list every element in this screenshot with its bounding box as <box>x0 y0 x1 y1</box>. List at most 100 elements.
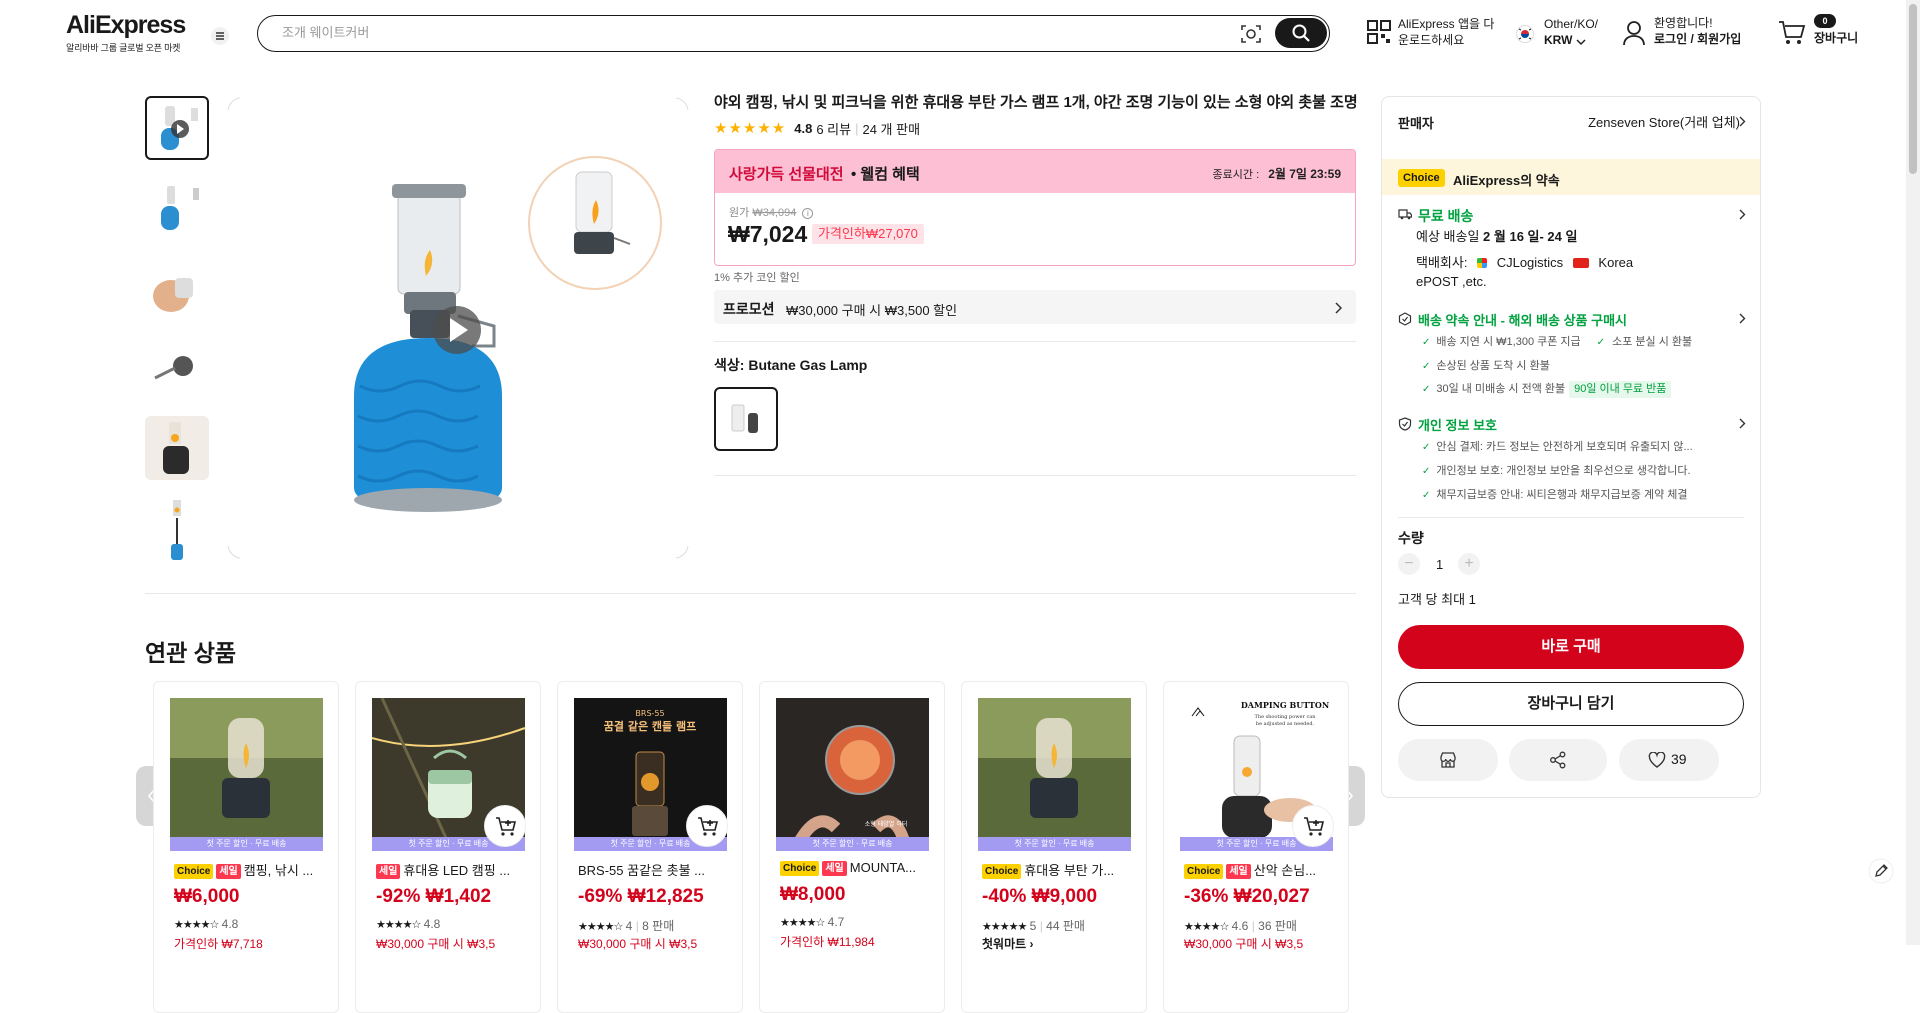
discount-badge: 가격인하₩27,070 <box>812 224 924 244</box>
thumbnail-4[interactable] <box>145 336 209 400</box>
product-extra[interactable]: 첫워마트 › <box>982 935 1034 952</box>
product-rating: ★★★★☆ 4.8 <box>174 917 238 931</box>
seller-name[interactable]: Zenseven Store(거래 업체) <box>1588 112 1740 131</box>
rating-value: 4 <box>625 919 633 933</box>
promotion-row[interactable]: 프로모션 ₩30,000 구매 시 ₩3,500 할인 <box>714 290 1356 324</box>
product-price: -36% ₩20,027 <box>1184 886 1310 907</box>
search-bar: 조개 웨이트커버 <box>257 15 1330 52</box>
product-title: Choice 세일 캠핑, 낚시 ... <box>174 860 334 879</box>
region-line1: Other/KO/ <box>1544 17 1599 31</box>
price-box: 사랑가득 선물대전 • 웰컴 혜택 종료시간 : 2월 7일 23:59 원가 … <box>714 149 1356 266</box>
delivery-guarantee-title[interactable]: 배송 약속 안내 - 해외 배송 상품 구매시 <box>1418 310 1627 329</box>
search-button[interactable] <box>1275 18 1327 48</box>
promotion-text: ₩30,000 구매 시 ₩3,500 할인 <box>786 303 958 318</box>
product-title: Choice 세일 MOUNTA... <box>780 860 940 876</box>
free-return-tag: 90일 이내 무료 반품 <box>1569 381 1672 398</box>
info-icon[interactable]: i <box>802 208 814 219</box>
logo-tagline: 알리바바 그룹 글로벌 오픈 마켓 <box>66 43 181 53</box>
add-to-cart-icon[interactable] <box>484 805 526 847</box>
chevron-right-icon <box>1335 302 1342 314</box>
color-label-key: 색상: <box>714 357 745 373</box>
share-button[interactable] <box>1509 739 1607 781</box>
camera-search-icon[interactable] <box>1240 23 1262 45</box>
product-price: -92% ₩1,402 <box>376 886 492 907</box>
search-icon <box>1292 24 1310 42</box>
add-to-cart-button[interactable]: 장바구니 담기 <box>1398 682 1744 726</box>
divider <box>714 341 1356 342</box>
rating-value: 4.8 <box>794 120 813 136</box>
end-label: 종료시간 : <box>1212 169 1260 181</box>
choice-promise-text: AliExpress의 약속 <box>1453 173 1560 188</box>
related-product-card[interactable]: BRS-55 꿈결 같은 캔들 램프 첫 주문 할인 · 무료 배송 BRS-55… <box>557 681 743 1013</box>
menu-icon[interactable] <box>210 26 230 46</box>
guarantee-4: 30일 내 미배송 시 전액 환불 <box>1436 383 1566 395</box>
quantity-value[interactable]: 1 <box>1436 557 1443 572</box>
main-product-image[interactable] <box>226 96 690 560</box>
product-name: MOUNTA... <box>849 860 916 875</box>
add-to-cart-icon[interactable] <box>686 805 728 847</box>
quantity-decrease-button[interactable]: − <box>1398 553 1420 575</box>
guarantee-item: 30일 내 미배송 시 전액 환불90일 이내 무료 반품 <box>1422 380 1672 398</box>
color-label: 색상: Butane Gas Lamp <box>714 355 867 375</box>
guarantee-item: 손상된 상품 도착 시 환불 <box>1422 357 1549 373</box>
carrier-label: 택배회사: <box>1416 255 1468 270</box>
product-name: 캠핑, 낚시 ... <box>243 863 314 878</box>
sale-badge: 세일 <box>376 864 401 879</box>
thumbnail-2[interactable] <box>145 176 209 240</box>
stars-icon: ★★★★☆ <box>780 917 825 929</box>
image-text: 소형 태양열 히터 <box>865 820 907 828</box>
thumbnail-3[interactable] <box>145 256 209 320</box>
promo-ribbon: 첫 주문 할인 · 무료 배송 <box>776 837 929 851</box>
purchase-panel: 판매자 Zenseven Store(거래 업체) Choice AliExpr… <box>1381 96 1761 798</box>
store-icon <box>1440 752 1456 768</box>
product-price: ₩8,000 <box>780 884 846 905</box>
aliexpress-logo[interactable]: AliExpress 알리바바 그룹 글로벌 오픈 마켓 <box>66 13 186 54</box>
cart-label: 장바구니 <box>1814 31 1859 45</box>
thumbnail-5[interactable] <box>145 416 209 480</box>
stars-icon: ★★★★★ <box>982 921 1027 933</box>
scrollbar[interactable] <box>1906 0 1920 945</box>
related-product-card[interactable]: 첫 주문 할인 · 무료 배송 세일 휴대용 LED 캠핑 ... -92% ₩1… <box>355 681 541 1013</box>
quantity-increase-button[interactable]: + <box>1458 553 1480 575</box>
related-product-card[interactable]: DAMPING BUTTON The shooting power can be a… <box>1163 681 1349 1013</box>
related-product-card[interactable]: 첫 주문 할인 · 무료 배송 Choice 세일 캠핑, 낚시 ... ₩6,00… <box>153 681 339 1013</box>
related-product-card[interactable]: 소형 태양열 히터 첫 주문 할인 · 무료 배송 Choice 세일 MOUNTA… <box>759 681 945 1013</box>
color-swatch-butane-gas-lamp[interactable] <box>714 387 778 451</box>
product-title: 야외 캠핑, 낚시 및 피크닉을 위한 휴대용 부탄 가스 램프 1개, 야간 … <box>714 94 1358 111</box>
header: AliExpress 알리바바 그룹 글로벌 오픈 마켓 조개 웨이트커버 Al… <box>0 0 1920 66</box>
buy-now-button[interactable]: 바로 구매 <box>1398 625 1744 669</box>
edit-icon[interactable] <box>1868 858 1894 884</box>
privacy-title[interactable]: 개인 정보 보호 <box>1418 415 1497 434</box>
cart-icon <box>1779 21 1806 44</box>
check-icon: ✓ <box>1596 337 1606 348</box>
guarantee-1: 배송 지연 시 ₩1,300 쿠폰 지급 <box>1436 336 1581 348</box>
rating-value: 4.8 <box>221 917 239 931</box>
promo-ribbon: 첫 주문 할인 · 무료 배송 <box>978 837 1131 851</box>
thumbnail-video[interactable] <box>145 96 209 160</box>
wishlist-button[interactable]: 39 <box>1619 739 1719 781</box>
login-link[interactable]: 로그인 / 회원가입 <box>1654 32 1741 47</box>
promo-ribbon: 첫 주문 할인 · 무료 배송 <box>170 837 323 851</box>
search-input[interactable]: 조개 웨이트커버 <box>282 16 369 50</box>
thumbnail-6[interactable] <box>145 496 209 560</box>
korea-post-logo-icon <box>1572 258 1589 268</box>
delivery-guarantee-icon <box>1398 312 1412 326</box>
carrier-etc: ePOST ,etc. <box>1416 274 1487 289</box>
image-text: BRS-55 <box>635 709 664 718</box>
coin-discount: 1% 추가 코인 할인 <box>714 272 800 284</box>
choice-badge: Choice <box>982 864 1022 879</box>
section-divider <box>145 593 1356 594</box>
chevron-right-icon <box>1739 313 1746 324</box>
sale-badge: 세일 <box>822 861 847 876</box>
add-to-cart-icon[interactable] <box>1292 805 1334 847</box>
review-count[interactable]: 6 리뷰 <box>816 119 851 138</box>
product-rating: ★★★★☆ 4.7 <box>780 915 844 929</box>
delivery-estimate: 예상 배송일 2 월 16 일- 24 일 <box>1416 227 1577 246</box>
free-shipping-title[interactable]: 무료 배송 <box>1418 206 1473 226</box>
carrier-2: Korea <box>1598 255 1634 270</box>
product-name: 산악 손님... <box>1253 863 1317 878</box>
store-button[interactable] <box>1398 739 1498 781</box>
scrollbar-thumb[interactable] <box>1909 4 1917 174</box>
user-icon <box>1623 21 1645 46</box>
related-product-card[interactable]: 첫 주문 할인 · 무료 배송 Choice 휴대용 부탄 가... -40% ₩… <box>961 681 1147 1013</box>
